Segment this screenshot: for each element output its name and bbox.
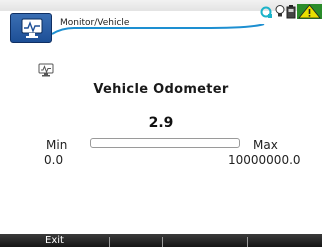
odometer-gauge xyxy=(90,138,240,148)
status-icons xyxy=(259,3,322,21)
lightbulb-icon xyxy=(275,5,285,17)
page-title: Vehicle Odometer xyxy=(93,82,229,97)
odometer-value: 2.9 xyxy=(148,115,174,131)
battery-icon xyxy=(286,5,296,19)
softkey-bar: Exit xyxy=(0,234,322,247)
monitor-app-button[interactable] xyxy=(10,13,52,43)
softkey-2[interactable] xyxy=(110,234,162,247)
min-label: Min xyxy=(46,138,68,152)
breadcrumb: Monitor/Vehicle xyxy=(60,18,130,28)
softkey-3[interactable] xyxy=(163,234,247,247)
screen: Monitor/Vehicle Vehicle Odometer 2.9 Min… xyxy=(0,0,322,247)
warning-icon xyxy=(297,4,322,19)
softkey-4[interactable] xyxy=(248,234,322,247)
max-value: 10000000.0 xyxy=(228,153,301,167)
max-label: Max xyxy=(253,138,278,152)
exit-button[interactable]: Exit xyxy=(0,234,109,247)
min-value: 0.0 xyxy=(44,153,64,167)
header-bar: Monitor/Vehicle xyxy=(0,0,322,50)
monitor-icon xyxy=(21,18,43,38)
refresh-icon xyxy=(260,6,272,18)
monitor-small-icon xyxy=(38,63,54,77)
